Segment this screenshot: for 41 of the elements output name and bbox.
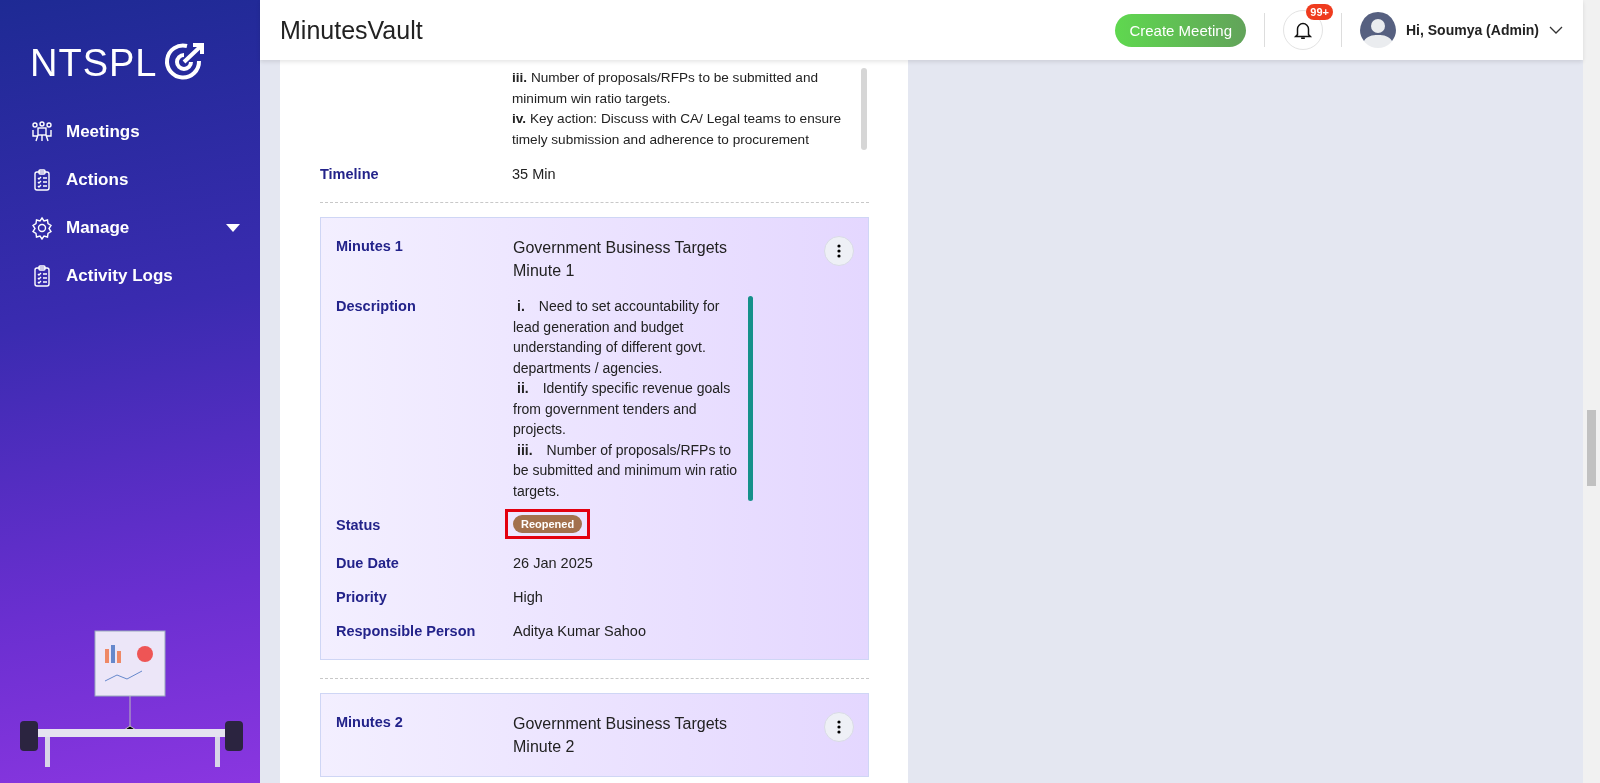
description-text: iii. Number of proposals/RFPs to be submitted and minimum win ratio targets. bbox=[512, 69, 819, 108]
field-label: Priority bbox=[336, 588, 388, 607]
chevron-down-icon bbox=[1549, 26, 1563, 34]
field-value: Aditya Kumar Sahoo bbox=[513, 622, 647, 641]
logo-text: NTSPL bbox=[30, 41, 158, 85]
minute-label: Minutes 2 bbox=[336, 713, 404, 732]
scrollbar-thumb[interactable] bbox=[1587, 410, 1596, 486]
nav-item[interactable]: Activity Logs bbox=[30, 256, 240, 296]
avatar-icon bbox=[1360, 12, 1396, 48]
description-text: iv. Key action: Discuss with CA/ Legal teams to ensure timely submission and adherence to procurement bbox=[512, 110, 843, 149]
field-label: Timeline bbox=[320, 165, 380, 184]
user-menu[interactable]: Hi, Soumya (Admin) bbox=[1360, 12, 1563, 48]
description-item: ii. Identify specific revenue goals from government tenders and projects. bbox=[513, 379, 732, 439]
nav-item[interactable]: Actions bbox=[30, 160, 240, 200]
scrollbar-thumb[interactable] bbox=[748, 296, 753, 501]
notification-count: 99+ bbox=[1306, 4, 1333, 20]
field-label: Status bbox=[336, 516, 382, 535]
description-item: i. Need to set accountability for lead generation and budget understanding of different govt. departments / agencies. bbox=[513, 297, 721, 378]
field-label: Description bbox=[336, 297, 417, 316]
minute-title: Government Business Targets Minute 1 bbox=[513, 238, 729, 281]
settings-icon bbox=[30, 216, 54, 240]
field-label: Responsible Person bbox=[336, 622, 477, 641]
caret-icon bbox=[226, 224, 240, 232]
meeting-people-icon bbox=[30, 120, 54, 144]
nav-item[interactable]: Manage bbox=[30, 208, 240, 248]
more-options-button[interactable] bbox=[824, 712, 854, 742]
kebab-icon bbox=[837, 244, 841, 258]
more-options-button[interactable] bbox=[824, 236, 854, 266]
field-value: 35 Min bbox=[512, 165, 557, 184]
app-title: MinutesVault bbox=[280, 15, 424, 45]
kebab-icon bbox=[837, 720, 841, 734]
status-badge: Reopened bbox=[513, 515, 583, 533]
description-item: iii. Number of proposals/RFPs to be submitted and minimum win ratio targets. bbox=[513, 440, 739, 501]
field-value: 26 Jan 2025 bbox=[513, 554, 594, 573]
minute-title: Government Business Targets Minute 2 bbox=[513, 714, 729, 757]
nav-item[interactable]: Meetings bbox=[30, 112, 240, 152]
minute-label: Minutes 1 bbox=[336, 237, 404, 256]
scrollbar[interactable] bbox=[861, 68, 867, 150]
field-value: High bbox=[513, 588, 544, 607]
field-label: Due Date bbox=[336, 554, 400, 573]
page-scrollbar[interactable] bbox=[1583, 0, 1600, 783]
